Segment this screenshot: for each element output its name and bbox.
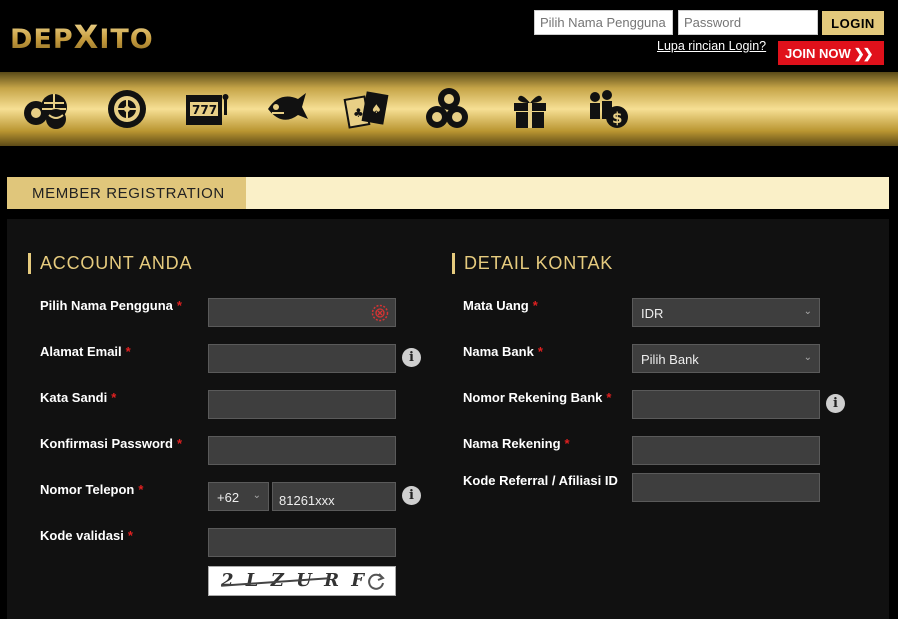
username-label: Pilih Nama Pengguna * xyxy=(40,298,182,313)
account-name-field[interactable] xyxy=(632,436,820,465)
referral-money-icon[interactable]: $ xyxy=(585,85,633,133)
promotion-gift-icon[interactable] xyxy=(506,85,554,133)
account-name-label: Nama Rekening * xyxy=(463,436,570,451)
login-password-input[interactable] xyxy=(678,10,818,35)
phone-number-field[interactable]: 81261xxx xyxy=(272,482,396,511)
username-field[interactable] xyxy=(208,298,396,327)
referral-label: Kode Referral / Afiliasi ID xyxy=(463,473,618,488)
header: DEPXITO LOGIN Lupa rincian Login? JOIN N… xyxy=(0,0,898,72)
join-now-button[interactable]: JOIN NOW ❯❯ xyxy=(778,41,884,65)
captcha-field[interactable] xyxy=(208,528,396,557)
game-category-nav: 777 ♣ ♠ $ xyxy=(0,72,898,146)
referral-field[interactable] xyxy=(632,473,820,502)
svg-text:$: $ xyxy=(612,109,622,127)
bank-name-label: Nama Bank * xyxy=(463,344,543,359)
forgot-login-link[interactable]: Lupa rincian Login? xyxy=(657,39,766,53)
chevron-down-icon: ⌄ xyxy=(252,490,261,501)
casino-roulette-icon[interactable] xyxy=(103,85,151,133)
registration-header-bar: MEMBER REGISTRATION xyxy=(7,177,889,209)
login-button[interactable]: LOGIN xyxy=(822,11,884,35)
refresh-captcha-icon[interactable] xyxy=(366,571,386,591)
password-label: Kata Sandi * xyxy=(40,390,117,405)
chevron-down-icon: ⌄ xyxy=(803,306,812,317)
fish-shooting-icon[interactable] xyxy=(262,85,310,133)
section-title-contact: DETAIL KONTAK xyxy=(452,253,613,274)
slots-777-icon[interactable]: 777 xyxy=(182,85,230,133)
registration-panel xyxy=(7,219,889,619)
phone-info-icon[interactable]: i xyxy=(402,486,421,505)
bank-select[interactable]: Pilih Bank ⌄ xyxy=(632,344,820,373)
captcha-image: 2 L Z U R F xyxy=(208,566,396,596)
cards-icon[interactable]: ♣ ♠ xyxy=(342,85,390,133)
svg-text:♣: ♣ xyxy=(353,106,364,120)
email-info-icon[interactable]: i xyxy=(402,348,421,367)
email-label: Alamat Email * xyxy=(40,344,131,359)
invalid-input-icon xyxy=(371,304,389,322)
chevron-down-icon: ⌄ xyxy=(803,352,812,363)
tab-member-registration[interactable]: MEMBER REGISTRATION xyxy=(7,177,246,209)
account-number-field[interactable] xyxy=(632,390,820,419)
currency-label: Mata Uang * xyxy=(463,298,538,313)
lottery-balls-icon[interactable] xyxy=(423,85,471,133)
confirm-password-label: Konfirmasi Password * xyxy=(40,436,182,451)
confirm-password-field[interactable] xyxy=(208,436,396,465)
site-logo[interactable]: DEPXITO xyxy=(10,18,154,56)
svg-text:777: 777 xyxy=(192,103,217,117)
sports-icon[interactable] xyxy=(22,85,70,133)
account-number-info-icon[interactable]: i xyxy=(826,394,845,413)
section-title-account: ACCOUNT ANDA xyxy=(28,253,192,274)
password-field[interactable] xyxy=(208,390,396,419)
account-number-label: Nomor Rekening Bank * xyxy=(463,390,612,405)
login-username-input[interactable] xyxy=(534,10,673,35)
phone-label: Nomor Telepon * xyxy=(40,482,144,497)
double-chevron-icon: ❯❯ xyxy=(853,46,874,61)
email-field[interactable] xyxy=(208,344,396,373)
currency-select[interactable]: IDR ⌄ xyxy=(632,298,820,327)
captcha-label: Kode validasi * xyxy=(40,528,133,543)
phone-code-select[interactable]: +62 ⌄ xyxy=(208,482,269,511)
svg-text:♠: ♠ xyxy=(371,102,382,116)
